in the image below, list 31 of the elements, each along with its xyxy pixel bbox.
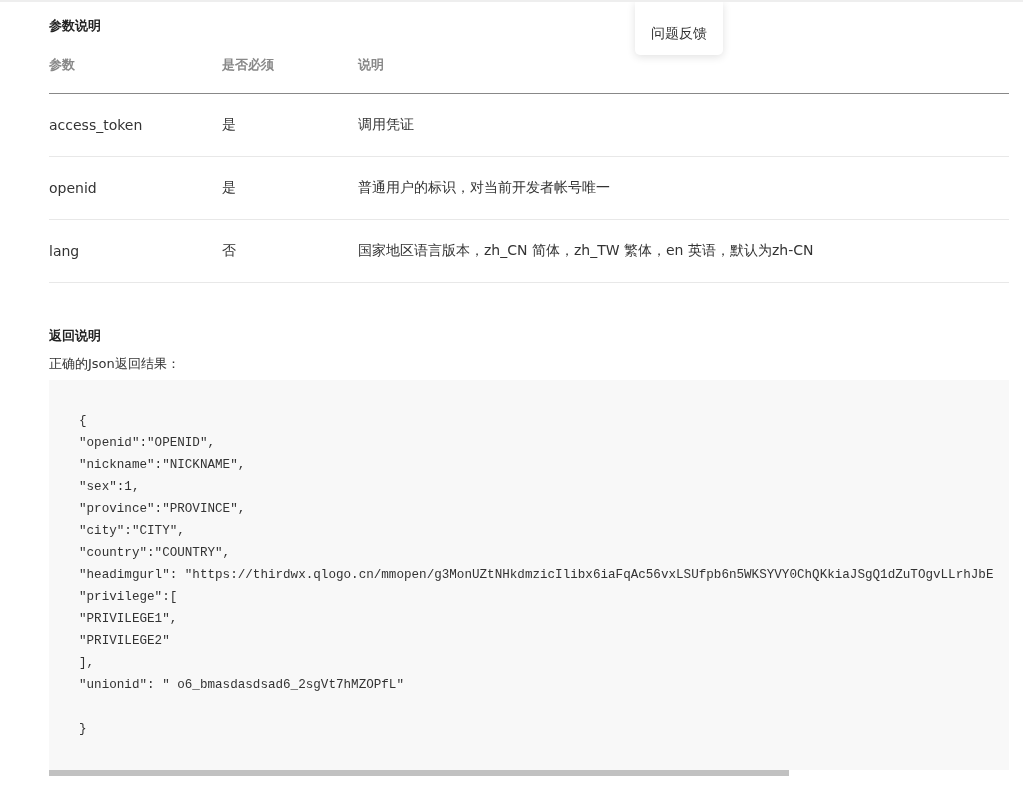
code-line: } [79,721,88,738]
intro-text: 正确的Json返回结果： [49,355,181,373]
code-line: "unionid": " o6_bmasdasdsad6_2sgVt7hMZOPfL" [79,677,405,694]
table-cell: openid [49,156,222,220]
table-cell: 是 [222,93,358,157]
code-line: "country":"COUNTRY", [79,545,232,562]
code-line: "PRIVILEGE2" [79,633,171,650]
section-title: 返回说明 [49,327,101,345]
code-line: "nickname":"NICKNAME", [79,457,247,474]
table-cell: 是 [222,156,358,220]
table-cell: 普通用户的标识，对当前开发者帐号唯一 [358,156,1009,220]
column-header: 说明 [358,56,1009,94]
table-cell: 国家地区语言版本，zh_CN 简体，zh_TW 繁体，en 英语，默认为zh-CN [358,219,1009,283]
table-cell: 调用凭证 [358,93,1009,157]
scrollbar-thumb[interactable] [49,770,789,776]
code-line: "PRIVILEGE1", [79,611,179,628]
menu-item[interactable]: 问题反馈 [651,25,707,43]
code-line: "openid":"OPENID", [79,435,217,452]
code-line: { [79,413,88,430]
table-cell: access_token [49,93,222,157]
section-title: 参数说明 [49,17,101,35]
code-line: "sex":1, [79,479,141,496]
code-line: "headimgurl": "https://thirdwx.qlogo.cn/mmopen/g3MonUZtNHkdmzicIlibx6iaFqAc56vxLSUfpb6n5WKSYVY0ChQKkiaJSgQ1dZuTOgvLLrhJbE [79,567,995,584]
code-line: "privilege":[ [79,589,179,606]
table-cell: lang [49,219,222,283]
column-header: 参数 [49,56,222,94]
code-line: "city":"CITY", [79,523,186,540]
code-line: "province":"PROVINCE", [79,501,247,518]
column-header: 是否必须 [222,56,358,94]
code-line: ], [79,655,96,672]
table-cell: 否 [222,219,358,283]
